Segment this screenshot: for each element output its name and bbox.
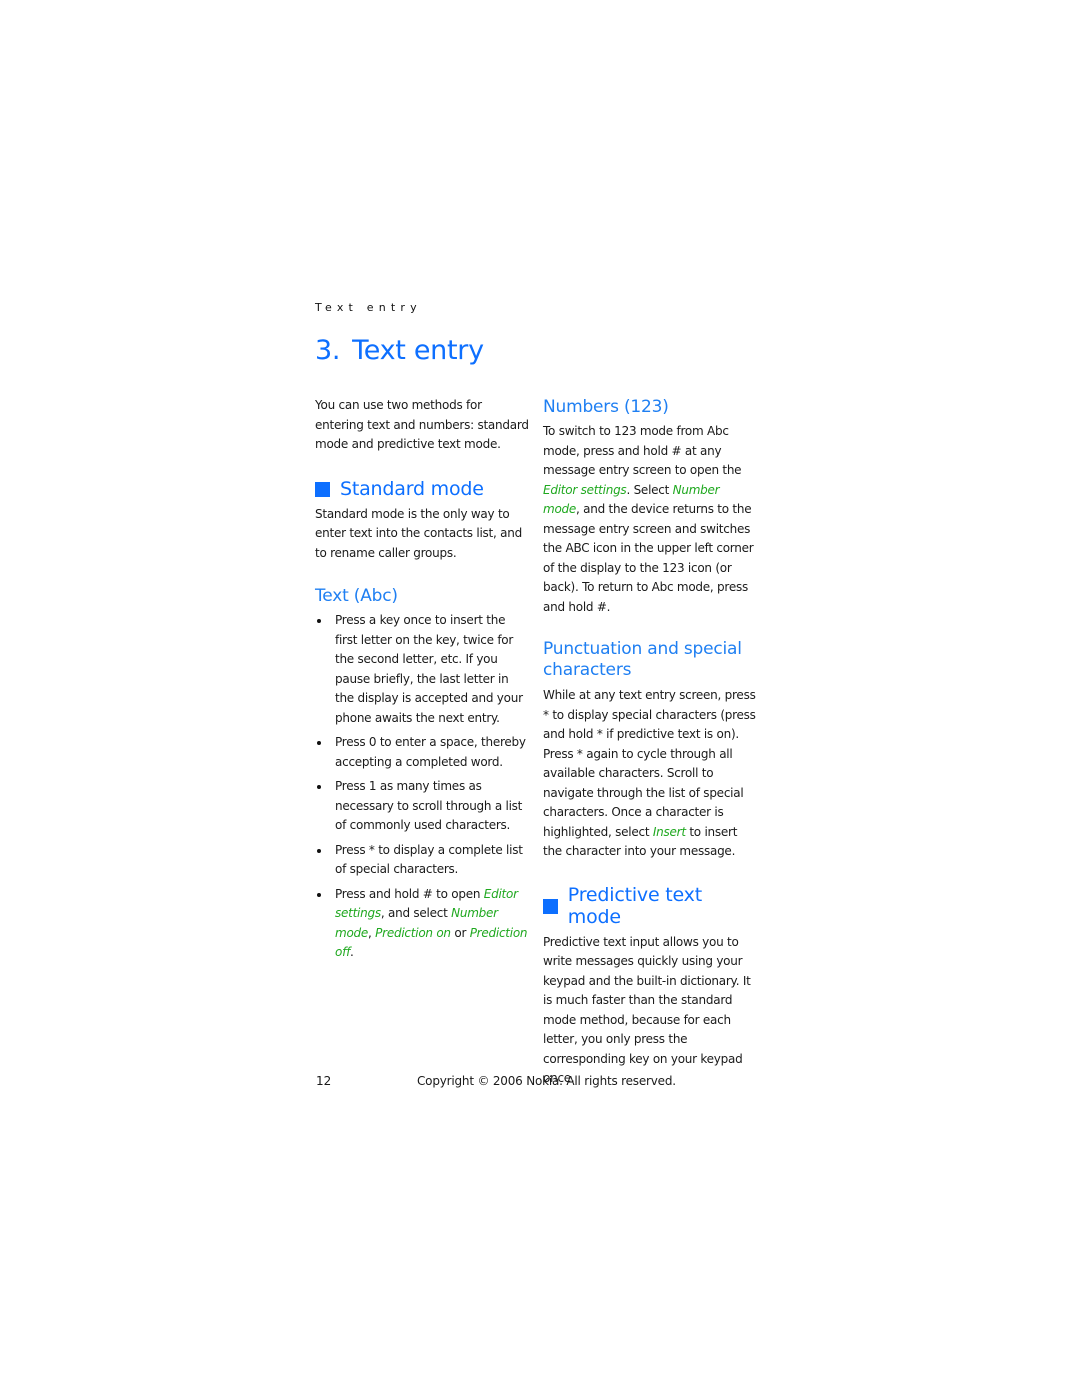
page-number: 12 [316, 1074, 332, 1088]
list-item: Press * to display a complete list of sp… [315, 841, 530, 880]
numbers-text: , and the device returns to the message … [543, 502, 754, 614]
prediction-on-term: Prediction on [375, 925, 451, 940]
list-item-text: , and select [380, 906, 452, 920]
list-item: Press 0 to enter a space, thereby accept… [315, 733, 530, 772]
bullet-icon [317, 892, 321, 897]
list-item: Press a key once to insert the first let… [315, 611, 530, 728]
list-item-text: or [450, 925, 470, 940]
text-abc-list: Press a key once to insert the first let… [315, 611, 530, 963]
list-item-text: Press a key once to insert the first let… [335, 613, 523, 725]
list-item-text: Press * to display a complete list of sp… [335, 842, 523, 877]
intro-paragraph: You can use two methods for entering tex… [315, 398, 529, 451]
right-column: Numbers (123) To switch to 123 mode from… [543, 396, 758, 1089]
bullet-icon [317, 848, 321, 853]
section-square-icon [315, 482, 330, 497]
predictive-text-heading-text: Predictive text mode [567, 883, 702, 928]
standard-mode-heading-text: Standard mode [340, 477, 484, 500]
section-square-icon [543, 899, 558, 914]
editor-settings-term: Editor settings [543, 482, 627, 497]
list-item-text: Press 0 to enter a space, thereby accept… [335, 735, 526, 769]
list-item-text: Press and hold # to open [335, 886, 484, 901]
chapter-title-text: Text entry [352, 335, 484, 366]
predictive-text-paragraph: Predictive text input allows you to writ… [543, 934, 751, 1086]
chapter-title: 3. Text entry [315, 335, 484, 366]
list-item: Press 1 as many times as necessary to sc… [315, 777, 530, 836]
punctuation-paragraph: While at any text entry screen, press * … [543, 686, 758, 862]
standard-mode-paragraph: Standard mode is the only way to enter t… [315, 506, 522, 560]
left-column: You can use two methods for entering tex… [315, 396, 530, 968]
list-item-text: . [350, 945, 354, 959]
list-item: Press and hold # to open Editor settings… [315, 885, 530, 963]
copyright-notice: Copyright © 2006 Nokia. All rights reser… [417, 1074, 676, 1088]
bullet-icon [317, 785, 321, 789]
standard-mode-heading: Standard mode [315, 478, 530, 500]
text-abc-heading: Text (Abc) [315, 586, 398, 606]
insert-term: Insert [652, 824, 686, 839]
numbers-heading: Numbers (123) [543, 397, 669, 417]
list-item-text: Press 1 as many times as necessary to sc… [335, 779, 523, 832]
bullet-icon [317, 619, 321, 623]
running-head: Text entry [315, 301, 422, 314]
numbers-text: . Select [626, 482, 673, 497]
numbers-text: To switch to 123 mode from Abc mode, pre… [543, 424, 742, 477]
predictive-text-heading: Predictive text mode [543, 884, 758, 928]
punctuation-text: While at any text entry screen, press * … [543, 688, 756, 839]
punctuation-heading: Punctuation and special characters [543, 639, 742, 680]
bullet-icon [317, 741, 321, 745]
numbers-paragraph: To switch to 123 mode from Abc mode, pre… [543, 422, 758, 617]
chapter-number: 3. [315, 335, 341, 366]
